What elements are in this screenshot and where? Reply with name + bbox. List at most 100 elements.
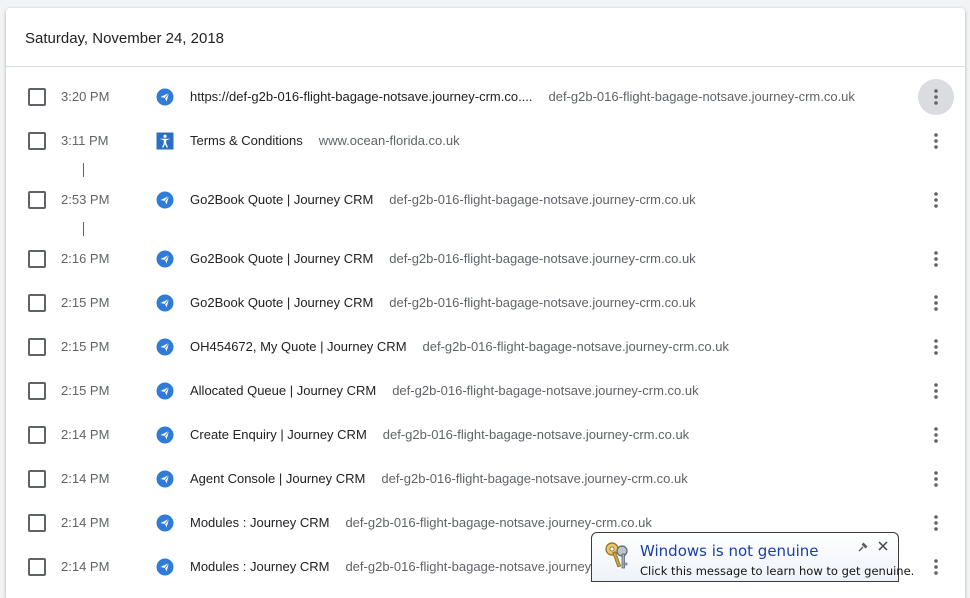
row-time: 3:20 PM [61,89,110,104]
more-vert-icon [934,515,938,531]
row-domain: def-g2b-016-flight-bagage-notsave.journe… [422,339,729,354]
row-domain: def-g2b-016-flight-bagage-notsave.journe… [389,251,696,266]
more-vert-icon [934,383,938,399]
row-title-link[interactable]: Go2Book Quote | Journey CRM [190,192,373,207]
row-text: Modules : Journey CRM def-g2b-016-flight-… [190,559,596,574]
history-row[interactable]: 2:53 PM Go2Book Quote | Journey CRM def-g2… [6,178,965,222]
row-text: Modules : Journey CRM def-g2b-016-flight-… [190,515,652,530]
row-time: 2:14 PM [61,427,110,442]
date-label: Saturday, November 24, 2018 [25,30,225,47]
more-vert-icon [934,133,938,149]
row-title-link[interactable]: Agent Console | Journey CRM [190,471,365,486]
more-vert-icon [934,295,938,311]
send-favicon-icon [156,338,174,356]
row-domain: def-g2b-016-flight-bagage-notsave.journe… [345,515,652,530]
row-text: Agent Console | Journey CRM def-g2b-016-f… [190,471,688,486]
row-checkbox[interactable] [28,426,46,444]
row-checkbox[interactable] [28,338,46,356]
row-menu-button[interactable] [918,461,954,497]
row-domain: def-g2b-016-flight-bagage-notsave.journe… [382,427,690,442]
more-vert-icon [934,559,938,575]
more-vert-icon [934,427,938,443]
row-time: 2:53 PM [61,192,110,207]
row-text: Go2Book Quote | Journey CRM def-g2b-016-f… [190,192,696,207]
history-row[interactable]: 2:15 PM Allocated Queue | Journey CRM def-… [6,369,965,413]
row-checkbox[interactable] [28,514,46,532]
row-domain: def-g2b-016-flight-bagage-notsave.journe… [548,89,855,104]
row-menu-button[interactable] [918,182,954,218]
row-checkbox[interactable] [28,558,46,576]
windows-genuine-notification[interactable]: Windows is not genuine Click this messag… [591,532,914,582]
row-checkbox[interactable] [28,470,46,488]
row-menu-button[interactable] [918,79,954,115]
row-menu-button[interactable] [918,417,954,453]
row-time: 2:14 PM [61,559,110,574]
row-title-link[interactable]: Go2Book Quote | Journey CRM [190,251,373,266]
row-checkbox[interactable] [28,88,46,106]
visit-connector-line [83,163,84,177]
more-vert-icon [934,251,938,267]
notification-title: Windows is not genuine [640,542,819,560]
row-checkbox[interactable] [28,250,46,268]
row-title-link[interactable]: Modules : Journey CRM [190,515,329,530]
row-title-link[interactable]: Terms & Conditions [190,133,303,148]
row-domain: www.ocean-florida.co.uk [318,133,460,148]
more-vert-icon [934,471,938,487]
row-text: Allocated Queue | Journey CRM def-g2b-016… [190,383,699,398]
row-time: 2:15 PM [61,295,110,310]
history-row[interactable]: 2:15 PM Go2Book Quote | Journey CRM def-g2… [6,281,965,325]
history-row[interactable]: 2:15 PM OH454672, My Quote | Journey CRM d… [6,325,965,369]
history-row[interactable]: 3:11 PM Terms & Conditions www.ocean-flori… [6,119,965,163]
row-time: 2:16 PM [61,251,110,266]
figure-favicon-icon [156,132,174,150]
row-checkbox[interactable] [28,132,46,150]
history-card: Saturday, November 24, 2018 3:20 PM https… [6,8,965,598]
date-header: Saturday, November 24, 2018 [6,8,965,67]
history-row[interactable]: 3:20 PM https://def-g2b-016-flight-bagage… [6,75,965,119]
row-text: https://def-g2b-016-flight-bagage-notsav… [190,89,855,104]
row-title-link[interactable]: Go2Book Quote | Journey CRM [190,295,373,310]
row-text: Create Enquiry | Journey CRM def-g2b-016-… [190,427,689,442]
row-title-link[interactable]: Modules : Journey CRM [190,559,329,574]
row-checkbox[interactable] [28,294,46,312]
send-favicon-icon [156,250,174,268]
more-vert-icon [934,89,938,105]
row-domain: def-g2b-016-flight-bagage-notsave.journe… [392,383,699,398]
row-title-link[interactable]: https://def-g2b-016-flight-bagage-notsav… [190,89,533,104]
row-checkbox[interactable] [28,191,46,209]
row-time: 2:15 PM [61,383,110,398]
row-title-link[interactable]: Allocated Queue | Journey CRM [190,383,376,398]
history-row[interactable]: 2:14 PM Create Enquiry | Journey CRM def-g… [6,413,965,457]
history-row[interactable]: 2:14 PM Agent Console | Journey CRM def-g2… [6,457,965,501]
send-favicon-icon [156,88,174,106]
row-domain: def-g2b-016-flight-bagage-notsave.journe… [389,192,696,207]
visit-connector-line [83,222,84,236]
row-menu-button[interactable] [918,549,954,585]
row-menu-button[interactable] [918,285,954,321]
row-menu-button[interactable] [918,241,954,277]
close-icon[interactable] [877,540,889,552]
row-time: 2:15 PM [61,339,110,354]
send-favicon-icon [156,514,174,532]
row-menu-button[interactable] [918,329,954,365]
row-domain: def-g2b-016-flight-bagage-notsave.journe… [381,471,688,486]
row-menu-button[interactable] [918,505,954,541]
send-favicon-icon [156,294,174,312]
row-time: 2:14 PM [61,471,110,486]
more-vert-icon [934,192,938,208]
notification-message: Click this message to learn how to get g… [640,564,915,578]
row-text: Go2Book Quote | Journey CRM def-g2b-016-f… [190,251,696,266]
pin-icon[interactable] [857,541,869,553]
send-favicon-icon [156,191,174,209]
row-title-link[interactable]: Create Enquiry | Journey CRM [190,427,367,442]
more-vert-icon [934,339,938,355]
send-favicon-icon [156,470,174,488]
history-row[interactable]: 2:16 PM Go2Book Quote | Journey CRM def-g2… [6,237,965,281]
row-title-link[interactable]: OH454672, My Quote | Journey CRM [190,339,407,354]
row-checkbox[interactable] [28,382,46,400]
row-time: 3:11 PM [61,133,109,148]
keys-icon [605,542,628,569]
row-menu-button[interactable] [918,123,954,159]
row-menu-button[interactable] [918,373,954,409]
row-text: OH454672, My Quote | Journey CRM def-g2b-… [190,339,729,354]
